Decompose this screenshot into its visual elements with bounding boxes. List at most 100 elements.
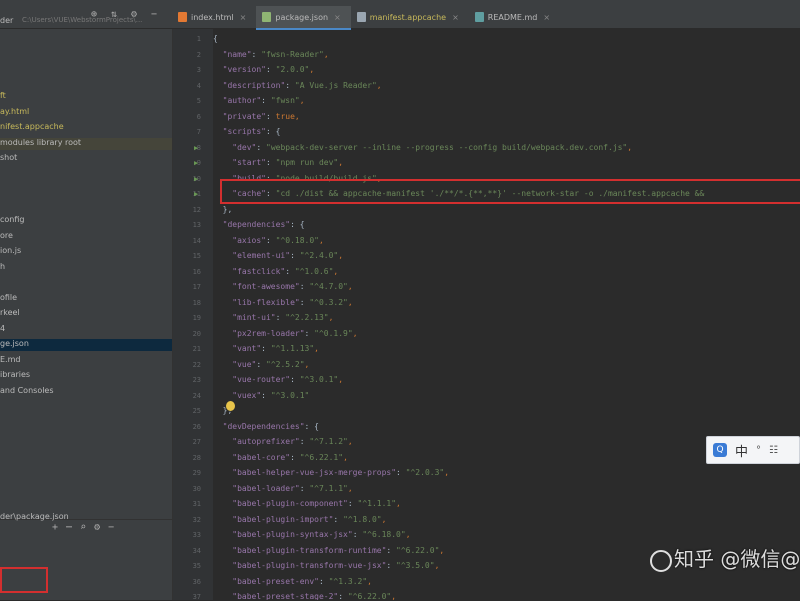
minimize-icon[interactable]: −: [148, 9, 160, 20]
code-token: "private": [222, 111, 266, 121]
code-token: "^2.2.13": [285, 313, 329, 322]
code-token: "fwsn": [270, 96, 300, 105]
code-token: :: [265, 158, 276, 167]
sidebar-tree-item[interactable]: ofile: [0, 293, 172, 305]
code-token: "font-awesome": [232, 282, 300, 291]
run-script-icon[interactable]: ▶: [194, 144, 198, 152]
tab-label: package.json: [275, 12, 329, 22]
code-line: "vue-router": "^3.0.1",: [213, 373, 343, 387]
tab-label: index.html: [191, 12, 234, 22]
sidebar-tree-item[interactable]: ibraries: [0, 370, 172, 382]
tab-manifest-appcache[interactable]: manifest.appcache ×: [351, 6, 469, 28]
code-token: "^7.1.2": [309, 437, 348, 446]
line-number: 14: [192, 236, 201, 245]
code-token: :: [285, 80, 295, 90]
code-token: "babel-helper-vue-jsx-merge-props": [232, 468, 397, 477]
line-number: 4: [196, 81, 201, 90]
sidebar-tree-item[interactable]: [0, 45, 172, 57]
code-token: "mint-ui": [232, 313, 276, 322]
sidebar-tree-item[interactable]: and Consoles: [0, 386, 172, 398]
code-token: "dependencies": [222, 220, 291, 229]
watermark-text: 知乎 @微信@开罗: [674, 547, 800, 571]
sidebar-tree-item[interactable]: rkeel: [0, 308, 172, 320]
code-token: ,: [381, 514, 387, 524]
code-line: "dev": "webpack-dev-server --inline --pr…: [213, 141, 632, 155]
code-token: "webpack-dev-server --inline --progress …: [266, 142, 628, 152]
code-token: :: [352, 530, 363, 539]
run-script-icon[interactable]: ▶: [194, 159, 198, 167]
globe-icon[interactable]: ⊕: [88, 9, 100, 20]
ime-punct[interactable]: °: [756, 445, 761, 456]
code-line: "private": true,: [213, 110, 300, 124]
watermark: 知乎 @微信@开罗: [650, 543, 800, 572]
split-icon[interactable]: ⇅: [108, 9, 120, 20]
close-icon[interactable]: ×: [452, 13, 459, 22]
sidebar-tree-item[interactable]: [0, 76, 172, 88]
sidebar-tree-item[interactable]: [0, 60, 172, 72]
sidebar-tree-item[interactable]: [0, 184, 172, 196]
code-line: "babel-plugin-transform-runtime": "^6.22…: [213, 544, 444, 558]
code-editor[interactable]: { "name": "fwsn-Reader", "version": "2.0…: [213, 29, 800, 600]
code-token: "^0.3.2": [309, 297, 348, 307]
code-token: :: [338, 592, 348, 600]
sidebar-tree-item[interactable]: [0, 29, 172, 41]
tab-label: manifest.appcache: [369, 12, 447, 22]
code-line: "vant": "^1.1.13",: [213, 342, 319, 356]
ime-extra[interactable]: ☷: [769, 445, 778, 456]
sidebar-tree-item[interactable]: E.md: [0, 355, 172, 367]
sidebar-tree-item[interactable]: shot: [0, 153, 172, 165]
file-icon: [262, 12, 272, 22]
tab-package-json[interactable]: package.json ×: [256, 6, 351, 30]
sidebar-tree-item[interactable]: [0, 277, 172, 289]
code-token: "A Vue.js Reader": [294, 80, 377, 90]
code-token: "babel-preset-stage-2": [232, 592, 339, 600]
line-number: 15: [192, 252, 201, 260]
tab-index-html[interactable]: index.html ×: [172, 6, 256, 28]
line-number: 23: [192, 376, 201, 384]
line-number: 1: [196, 35, 201, 43]
tab-readme-md[interactable]: README.md ×: [469, 6, 560, 28]
line-number: 12: [192, 205, 201, 214]
sidebar-tree-item[interactable]: ay.html: [0, 107, 172, 119]
close-icon[interactable]: ×: [334, 13, 341, 22]
code-token: :: [386, 561, 397, 570]
code-token: :: [318, 576, 329, 586]
code-line: "start": "npm run dev",: [213, 156, 343, 170]
sidebar-tree-item[interactable]: h: [0, 262, 172, 274]
run-script-icon[interactable]: ▶: [194, 190, 198, 198]
bottom-panel-path[interactable]: der\package.json: [0, 512, 172, 524]
ime-logo[interactable]: Q: [713, 443, 727, 457]
code-token: },: [222, 204, 233, 214]
code-token: "^3.0.1": [299, 375, 339, 384]
close-icon[interactable]: ×: [543, 13, 550, 22]
project-sidebar: ft ay.html nifest.appcache modules library …: [0, 29, 173, 600]
run-script-icon[interactable]: ▶: [194, 175, 198, 183]
file-icon: [178, 12, 187, 22]
code-token: :: [290, 452, 300, 462]
code-token: "^0.1.9": [314, 328, 353, 338]
sidebar-tree-item[interactable]: ore: [0, 231, 172, 243]
sidebar-tree-item[interactable]: config: [0, 215, 172, 227]
sidebar-tree-item[interactable]: ion.js: [0, 246, 172, 258]
sidebar-tree-item[interactable]: [0, 200, 172, 212]
sidebar-tree-item[interactable]: [0, 169, 172, 181]
sidebar-tree-item[interactable]: ft: [0, 91, 172, 103]
sidebar-tree-item[interactable]: modules library root: [0, 137, 172, 150]
lightbulb-icon[interactable]: [226, 401, 235, 411]
gear-icon[interactable]: ⚙: [128, 9, 140, 20]
sidebar-tree-item[interactable]: nifest.appcache: [0, 122, 172, 134]
line-number: 20: [192, 329, 201, 338]
code-token: "name": [222, 49, 252, 59]
ime-mode[interactable]: 中: [735, 441, 748, 460]
sidebar-tree-item[interactable]: 4: [0, 324, 172, 336]
sidebar-tree-item[interactable]: ge.json: [0, 339, 172, 351]
code-token: "px2rem-loader": [232, 328, 305, 338]
close-icon[interactable]: ×: [240, 13, 247, 22]
